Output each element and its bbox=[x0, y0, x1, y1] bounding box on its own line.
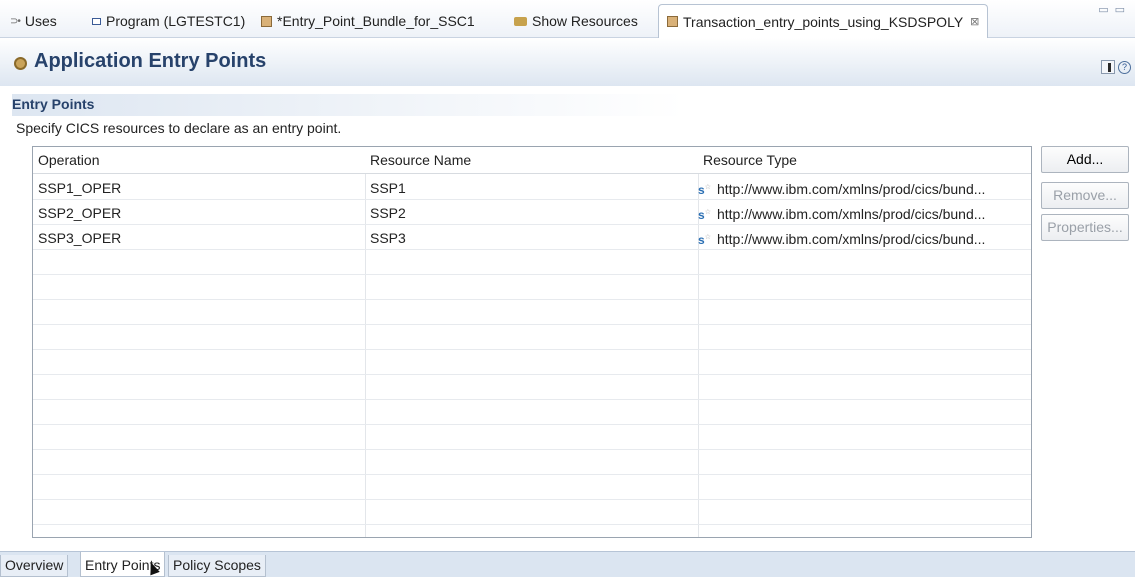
cell-resource-type: s☆ http://www.ibm.com/xmlns/prod/cics/bun… bbox=[698, 226, 1028, 250]
remove-button[interactable]: Remove... bbox=[1041, 182, 1129, 209]
column-header-resource-type[interactable]: Resource Type bbox=[698, 147, 1031, 173]
link-icon: s☆ bbox=[698, 208, 711, 222]
add-button[interactable]: Add... bbox=[1041, 146, 1129, 173]
cell-resource-name: SSP1 bbox=[370, 180, 406, 196]
tab-show-resources[interactable]: Show Resources bbox=[514, 10, 638, 32]
empty-row bbox=[33, 251, 1031, 275]
cell-resource-type: s☆ http://www.ibm.com/xmlns/prod/cics/bun… bbox=[698, 176, 1028, 200]
link-icon: s☆ bbox=[698, 233, 711, 247]
cell-operation: SSP3_OPER bbox=[38, 230, 122, 246]
tab-label: Transaction_entry_points_using_KSDSPOLY bbox=[683, 13, 964, 30]
uses-icon: ⊃• bbox=[10, 15, 21, 27]
editor-header: Application Entry Points ? bbox=[0, 38, 1135, 86]
column-header-operation[interactable]: Operation bbox=[33, 147, 365, 173]
toolbar-icon[interactable] bbox=[1101, 60, 1115, 74]
empty-row bbox=[33, 376, 1031, 400]
tab-program[interactable]: Program (LGTESTC1) bbox=[92, 10, 245, 32]
tab-policy-scopes[interactable]: Policy Scopes bbox=[168, 555, 266, 577]
cell-operation: SSP1_OPER bbox=[38, 180, 122, 196]
tab-transaction-entry-points[interactable]: Transaction_entry_points_using_KSDSPOLY … bbox=[658, 4, 989, 38]
close-icon[interactable]: ⊠ bbox=[970, 15, 979, 28]
resources-icon bbox=[514, 16, 527, 26]
cell-resource-name: SSP3 bbox=[370, 230, 406, 246]
resource-type-text: http://www.ibm.com/xmlns/prod/cics/bund.… bbox=[716, 206, 986, 222]
tab-label: Show Resources bbox=[532, 13, 638, 29]
tab-uses[interactable]: ⊃• Uses bbox=[10, 10, 57, 32]
cell-resource-name: SSP2 bbox=[370, 205, 406, 221]
tab-entry-point-bundle[interactable]: *Entry_Point_Bundle_for_SSC1 bbox=[261, 10, 475, 32]
empty-row bbox=[33, 276, 1031, 300]
resource-type-text: http://www.ibm.com/xmlns/prod/cics/bund.… bbox=[716, 231, 986, 247]
editor-tab-bar: ⊃• Uses Program (LGTESTC1) *Entry_Point_… bbox=[0, 0, 1135, 38]
properties-button[interactable]: Properties... bbox=[1041, 214, 1129, 241]
bundle-icon bbox=[667, 16, 678, 27]
empty-row bbox=[33, 326, 1031, 350]
program-icon bbox=[92, 17, 101, 25]
table-row[interactable]: SSP2_OPER SSP2 s☆ http://www.ibm.com/xmln… bbox=[33, 201, 1031, 225]
empty-row bbox=[33, 351, 1031, 375]
cell-resource-type: s☆ http://www.ibm.com/xmlns/prod/cics/bun… bbox=[698, 201, 1028, 225]
bundle-icon bbox=[261, 15, 272, 27]
gear-icon bbox=[14, 57, 27, 70]
entry-points-table[interactable]: Operation Resource Name Resource Type SS… bbox=[32, 146, 1032, 538]
column-header-resource-name[interactable]: Resource Name bbox=[365, 147, 698, 173]
header-toolbar: ? bbox=[1101, 60, 1131, 74]
cell-operation: SSP2_OPER bbox=[38, 205, 122, 221]
link-icon: s☆ bbox=[698, 183, 711, 197]
empty-row bbox=[33, 451, 1031, 475]
empty-row bbox=[33, 426, 1031, 450]
empty-row bbox=[33, 401, 1031, 425]
window-controls[interactable]: ▭▭ bbox=[1098, 3, 1131, 16]
tab-overview[interactable]: Overview bbox=[0, 555, 69, 577]
resource-type-text: http://www.ibm.com/xmlns/prod/cics/bund.… bbox=[716, 181, 986, 197]
tab-label: *Entry_Point_Bundle_for_SSC1 bbox=[277, 13, 475, 29]
section-title: Entry Points bbox=[12, 94, 1132, 116]
help-icon[interactable]: ? bbox=[1118, 60, 1131, 74]
editor-page-tabs: Overview Entry Points Policy Scopes bbox=[0, 551, 1135, 577]
table-row[interactable]: SSP1_OPER SSP1 s☆ http://www.ibm.com/xmln… bbox=[33, 176, 1031, 200]
tab-label: Uses bbox=[24, 13, 57, 29]
empty-row bbox=[33, 301, 1031, 325]
table-header: Operation Resource Name Resource Type bbox=[33, 147, 1031, 174]
tab-label: Program (LGTESTC1) bbox=[106, 13, 246, 29]
empty-row bbox=[33, 476, 1031, 500]
page-title: Application Entry Points bbox=[34, 50, 267, 72]
empty-row bbox=[33, 501, 1031, 525]
section-description: Specify CICS resources to declare as an … bbox=[16, 120, 342, 136]
table-row[interactable]: SSP3_OPER SSP3 s☆ http://www.ibm.com/xmln… bbox=[33, 226, 1031, 250]
